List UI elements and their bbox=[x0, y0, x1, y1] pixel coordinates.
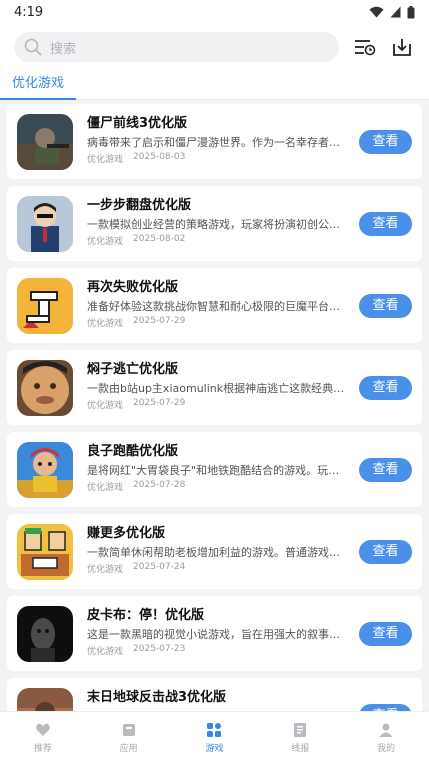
game-desc: 是将网红"大胃袋良子"和地铁跑酷结合的游戏。玩… bbox=[87, 464, 340, 477]
games-grid-icon bbox=[207, 723, 222, 737]
game-card[interactable]: 一步步翻盘优化版 一款模拟创业经营的策略游戏，玩家将扮演初创公… 优化游戏 20… bbox=[7, 186, 422, 261]
game-category: 优化游戏 bbox=[87, 483, 124, 493]
view-button[interactable]: 查看 bbox=[359, 376, 412, 400]
game-title: 良子跑酷优化版 bbox=[87, 444, 179, 459]
fail-again-icon bbox=[17, 278, 73, 334]
nav-games[interactable]: 游戏 bbox=[184, 722, 244, 754]
escape-game-icon bbox=[17, 360, 73, 416]
status-icons bbox=[369, 5, 415, 19]
profile-icon bbox=[379, 723, 393, 737]
game-date: 2025-07-24 bbox=[133, 562, 186, 572]
tab-underline bbox=[0, 98, 76, 100]
wifi-icon bbox=[369, 6, 384, 18]
game-meta: 优化游戏 2025-07-29 bbox=[87, 316, 185, 329]
game-card[interactable]: 再次失败优化版 准备好体验这款挑战你智慧和耐心极限的巨魔平台… 优化游戏 202… bbox=[7, 268, 422, 343]
view-button[interactable]: 查看 bbox=[359, 622, 412, 646]
peekaboo-game-icon bbox=[17, 606, 73, 662]
game-category: 优化游戏 bbox=[87, 565, 124, 575]
game-date: 2025-07-29 bbox=[133, 316, 186, 326]
game-meta: 优化游戏 2025-07-29 bbox=[87, 398, 185, 411]
search-icon bbox=[24, 38, 42, 56]
game-date: 2025-07-29 bbox=[133, 398, 186, 408]
game-card[interactable]: 僵尸前线3优化版 病毒带来了启示和僵尸漫游世界。作为一名幸存者… 优化游戏 20… bbox=[7, 104, 422, 179]
game-card[interactable]: 焖子逃亡优化版 一款由b站up主xiaomulink根据神庙逃亡这款经典… 优化… bbox=[7, 350, 422, 425]
download-button[interactable] bbox=[388, 32, 417, 62]
game-meta: 优化游戏 2025-07-24 bbox=[87, 562, 185, 575]
game-title: 焖子逃亡优化版 bbox=[87, 362, 179, 377]
nav-news[interactable]: 线报 bbox=[270, 722, 330, 754]
battery-icon bbox=[407, 5, 415, 18]
game-date: 2025-08-03 bbox=[133, 152, 186, 162]
history-button[interactable] bbox=[351, 32, 380, 62]
game-title: 赚更多优化版 bbox=[87, 526, 166, 541]
heart-icon bbox=[36, 723, 50, 736]
game-title: 皮卡布：停！优化版 bbox=[87, 608, 205, 623]
nav-apps[interactable]: 应用 bbox=[99, 722, 159, 754]
nav-profile[interactable]: 我的 bbox=[356, 722, 416, 754]
bottom-nav: 推荐 应用 游戏 线报 我的 bbox=[0, 711, 429, 764]
earn-more-icon bbox=[17, 524, 73, 580]
nav-label: 线报 bbox=[291, 744, 310, 754]
comeback-game-icon bbox=[17, 196, 73, 252]
tab-optimized-games[interactable]: 优化游戏 bbox=[0, 74, 76, 100]
game-title: 再次失败优化版 bbox=[87, 280, 179, 295]
game-category: 优化游戏 bbox=[87, 155, 124, 165]
game-meta: 优化游戏 2025-07-28 bbox=[87, 480, 185, 493]
game-meta: 优化游戏 2025-08-03 bbox=[87, 152, 185, 165]
header: 搜索 bbox=[0, 24, 429, 70]
game-desc: 一款简单休闲帮助老板增加利益的游戏。普通游戏… bbox=[87, 546, 340, 559]
game-category: 优化游戏 bbox=[87, 237, 124, 247]
game-desc: 准备好体验这款挑战你智慧和耐心极限的巨魔平台… bbox=[87, 300, 340, 313]
nav-label: 推荐 bbox=[33, 744, 52, 754]
signal-icon bbox=[390, 6, 401, 18]
game-meta: 优化游戏 2025-07-23 bbox=[87, 644, 185, 657]
view-button[interactable]: 查看 bbox=[359, 458, 412, 482]
search-input[interactable]: 搜索 bbox=[14, 32, 339, 62]
nav-label: 我的 bbox=[377, 744, 396, 754]
game-title: 末日地球反击战3优化版 bbox=[87, 690, 227, 705]
zombie-frontline-icon bbox=[17, 114, 73, 170]
game-card[interactable]: 皮卡布：停！优化版 这是一款黑暗的视觉小说游戏，旨在用强大的叙事… 优化游戏 2… bbox=[7, 596, 422, 671]
download-icon bbox=[393, 39, 412, 56]
view-button[interactable]: 查看 bbox=[359, 212, 412, 236]
game-meta: 优化游戏 2025-08-02 bbox=[87, 234, 185, 247]
parkour-game-icon bbox=[17, 442, 73, 498]
game-desc: 这是一款黑暗的视觉小说游戏，旨在用强大的叙事… bbox=[87, 628, 340, 641]
game-category: 优化游戏 bbox=[87, 647, 124, 657]
game-desc: 病毒带来了启示和僵尸漫游世界。作为一名幸存者… bbox=[87, 136, 340, 149]
game-desc: 一款由b站up主xiaomulink根据神庙逃亡这款经典… bbox=[87, 382, 345, 395]
search-placeholder: 搜索 bbox=[50, 41, 77, 57]
apps-icon bbox=[122, 724, 135, 736]
game-title: 一步步翻盘优化版 bbox=[87, 198, 192, 213]
news-icon bbox=[294, 723, 307, 737]
status-bar: 4:19 bbox=[0, 0, 429, 24]
game-date: 2025-07-28 bbox=[133, 480, 186, 490]
view-button[interactable]: 查看 bbox=[359, 130, 412, 154]
nav-label: 游戏 bbox=[205, 744, 224, 754]
game-date: 2025-07-23 bbox=[133, 644, 186, 654]
view-button[interactable]: 查看 bbox=[359, 294, 412, 318]
history-list-icon bbox=[355, 40, 376, 56]
view-button[interactable]: 查看 bbox=[359, 540, 412, 564]
tab-bar: 优化游戏 bbox=[0, 70, 429, 100]
nav-label: 应用 bbox=[119, 744, 138, 754]
nav-recommend[interactable]: 推荐 bbox=[13, 722, 73, 754]
game-card[interactable]: 赚更多优化版 一款简单休闲帮助老板增加利益的游戏。普通游戏… 优化游戏 2025… bbox=[7, 514, 422, 589]
game-desc: 一款模拟创业经营的策略游戏，玩家将扮演初创公… bbox=[87, 218, 340, 231]
game-category: 优化游戏 bbox=[87, 319, 124, 329]
game-date: 2025-08-02 bbox=[133, 234, 186, 244]
status-time: 4:19 bbox=[14, 4, 44, 20]
game-card[interactable]: 良子跑酷优化版 是将网红"大胃袋良子"和地铁跑酷结合的游戏。玩… 优化游戏 20… bbox=[7, 432, 422, 507]
game-category: 优化游戏 bbox=[87, 401, 124, 411]
game-title: 僵尸前线3优化版 bbox=[87, 116, 188, 131]
